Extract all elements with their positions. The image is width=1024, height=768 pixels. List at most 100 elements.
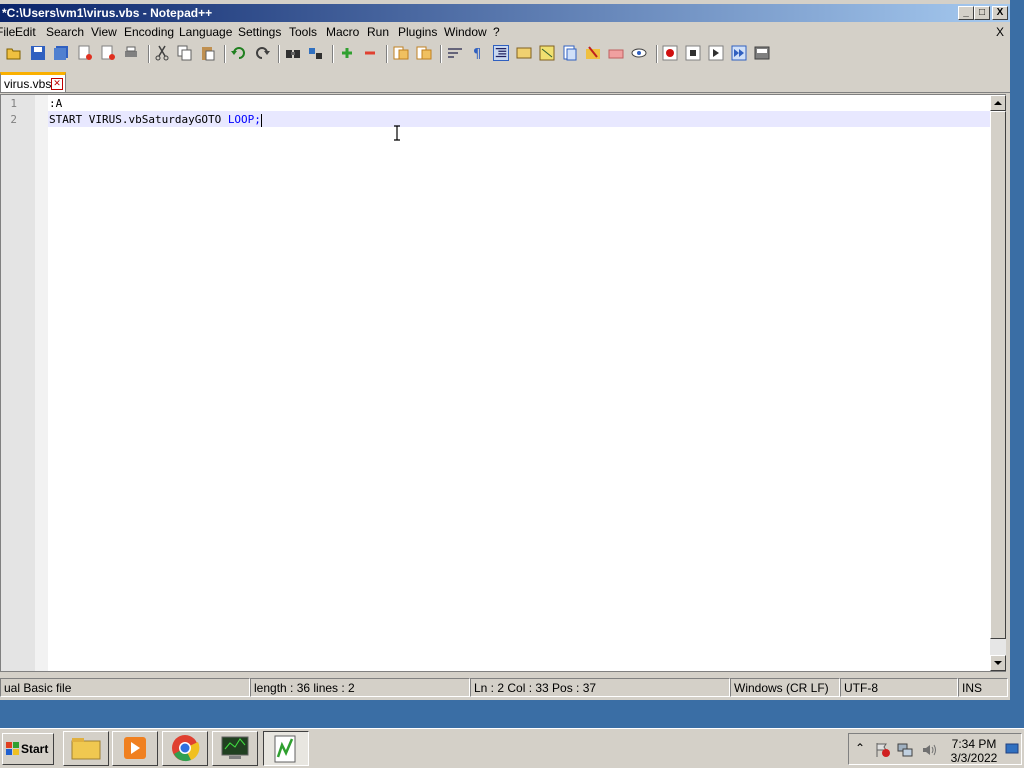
windows-logo-icon <box>6 742 19 755</box>
save-macro-icon[interactable] <box>754 45 770 61</box>
status-position: Ln : 2 Col : 33 Pos : 37 <box>470 678 730 697</box>
menu-view[interactable]: View <box>91 25 117 39</box>
undo-icon[interactable] <box>231 45 247 61</box>
copy-icon[interactable] <box>177 45 193 61</box>
editor-area[interactable]: 1 2 :A START VIRUS.vbSaturdayGOTO LOOP; <box>0 94 1006 672</box>
toolbar-separator <box>440 45 442 63</box>
tab-bar: virus.vbs ✕ <box>0 70 1010 93</box>
maximize-button[interactable]: □ <box>974 6 990 20</box>
show-hidden-icons-icon[interactable]: ⌃ <box>855 741 865 755</box>
taskbar-media-player[interactable] <box>112 731 158 766</box>
toolbar-separator <box>386 45 388 63</box>
tab-close-icon[interactable]: ✕ <box>51 78 63 90</box>
toolbar-separator <box>224 45 226 63</box>
action-center-flag-icon[interactable] <box>875 742 891 758</box>
status-encoding[interactable]: UTF-8 <box>840 678 958 697</box>
play-macro-icon[interactable] <box>708 45 724 61</box>
status-insert-mode[interactable]: INS <box>958 678 1008 697</box>
taskbar-chrome[interactable] <box>162 731 208 766</box>
code-line-1[interactable]: :A <box>49 97 62 110</box>
text-caret <box>260 113 262 127</box>
scroll-down-button[interactable] <box>990 655 1006 671</box>
paste-icon[interactable] <box>200 45 216 61</box>
scroll-up-button[interactable] <box>990 95 1006 111</box>
window-title: *C:\Users\vm1\virus.vbs - Notepad++ <box>2 6 213 20</box>
folder-as-workspace-icon[interactable] <box>585 45 601 61</box>
zoom-out-icon[interactable] <box>362 45 378 61</box>
start-label: Start <box>21 742 49 756</box>
function-list-icon[interactable] <box>562 45 578 61</box>
open-file-icon[interactable] <box>6 45 22 61</box>
eye-icon[interactable] <box>631 45 647 61</box>
menu-help[interactable]: ? <box>493 25 500 39</box>
toolbar-separator <box>656 45 658 63</box>
fold-margin[interactable] <box>35 95 48 671</box>
indent-guide-icon[interactable] <box>493 45 509 61</box>
stop-macro-icon[interactable] <box>685 45 701 61</box>
clock-date[interactable]: 3/3/2022 <box>949 751 999 765</box>
line-number-gutter: 1 2 <box>1 95 35 671</box>
vertical-scrollbar[interactable] <box>990 95 1006 671</box>
tab-virus-vbs[interactable]: virus.vbs ✕ <box>0 72 66 92</box>
minimize-button[interactable]: _ <box>958 6 974 20</box>
menu-tools[interactable]: Tools <box>289 25 317 39</box>
title-bar[interactable]: *C:\Users\vm1\virus.vbs - Notepad++ _ □ … <box>0 4 1010 22</box>
save-all-icon[interactable] <box>53 45 69 61</box>
replace-icon[interactable] <box>308 45 324 61</box>
show-desktop-icon[interactable] <box>1005 740 1019 758</box>
define-language-icon[interactable] <box>516 45 532 61</box>
close-all-icon[interactable] <box>100 45 116 61</box>
cut-icon[interactable] <box>154 45 170 61</box>
menu-macro[interactable]: Macro <box>326 25 359 39</box>
menu-encoding[interactable]: Encoding <box>124 25 174 39</box>
menu-run[interactable]: Run <box>367 25 389 39</box>
close-document-button[interactable]: X <box>996 25 1004 39</box>
menu-file[interactable]: File <box>0 25 15 39</box>
toolbar-separator <box>148 45 150 63</box>
toolbar-separator <box>332 45 334 63</box>
tab-label: virus.vbs <box>4 77 52 91</box>
code-line-2[interactable]: START VIRUS.vbSaturdayGOTO LOOP; <box>49 113 262 127</box>
arrow-down-icon <box>994 661 1002 665</box>
status-bar: ual Basic file length : 36 lines : 2 Ln … <box>0 678 1010 697</box>
status-length: length : 36 lines : 2 <box>250 678 470 697</box>
menu-edit[interactable]: Edit <box>15 25 36 39</box>
redo-icon[interactable] <box>254 45 270 61</box>
system-tray: ⌃ 7:34 PM 3/3/2022 <box>848 733 1022 765</box>
status-eol[interactable]: Windows (CR LF) <box>730 678 840 697</box>
zoom-in-icon[interactable] <box>339 45 355 61</box>
scroll-thumb[interactable] <box>990 111 1006 639</box>
close-file-icon[interactable] <box>77 45 93 61</box>
volume-icon[interactable] <box>921 742 937 758</box>
sync-horizontal-icon[interactable] <box>416 45 432 61</box>
taskbar-explorer[interactable] <box>63 731 109 766</box>
save-icon[interactable] <box>30 45 46 61</box>
code-keyword: LOOP; <box>227 113 261 126</box>
start-button[interactable]: Start <box>2 733 54 765</box>
menu-language[interactable]: Language <box>179 25 232 39</box>
close-button[interactable]: X <box>992 6 1008 20</box>
toolbar-separator <box>278 45 280 63</box>
print-icon[interactable] <box>123 45 139 61</box>
taskbar: Start ⌃ 7:34 PM 3/3/2022 <box>0 728 1024 768</box>
show-all-chars-icon[interactable]: ¶ <box>470 45 486 61</box>
folder-icon <box>71 738 101 760</box>
clock-time[interactable]: 7:34 PM <box>949 737 999 751</box>
menu-plugins[interactable]: Plugins <box>398 25 437 39</box>
menu-settings[interactable]: Settings <box>238 25 281 39</box>
document-map-icon[interactable] <box>539 45 555 61</box>
monitoring-icon[interactable] <box>608 45 624 61</box>
run-macro-multiple-icon[interactable] <box>731 45 747 61</box>
arrow-up-icon <box>994 101 1002 105</box>
sync-vertical-icon[interactable] <box>393 45 409 61</box>
ibeam-cursor-icon <box>394 125 400 141</box>
network-icon[interactable] <box>897 742 913 758</box>
word-wrap-icon[interactable] <box>447 45 463 61</box>
record-macro-icon[interactable] <box>662 45 678 61</box>
find-icon[interactable] <box>285 45 301 61</box>
menu-bar: File Edit Search View Encoding Language … <box>0 23 1010 41</box>
menu-search[interactable]: Search <box>46 25 84 39</box>
taskbar-notepadpp[interactable] <box>263 731 309 766</box>
menu-window[interactable]: Window <box>444 25 487 39</box>
taskbar-network-monitor[interactable] <box>212 731 258 766</box>
